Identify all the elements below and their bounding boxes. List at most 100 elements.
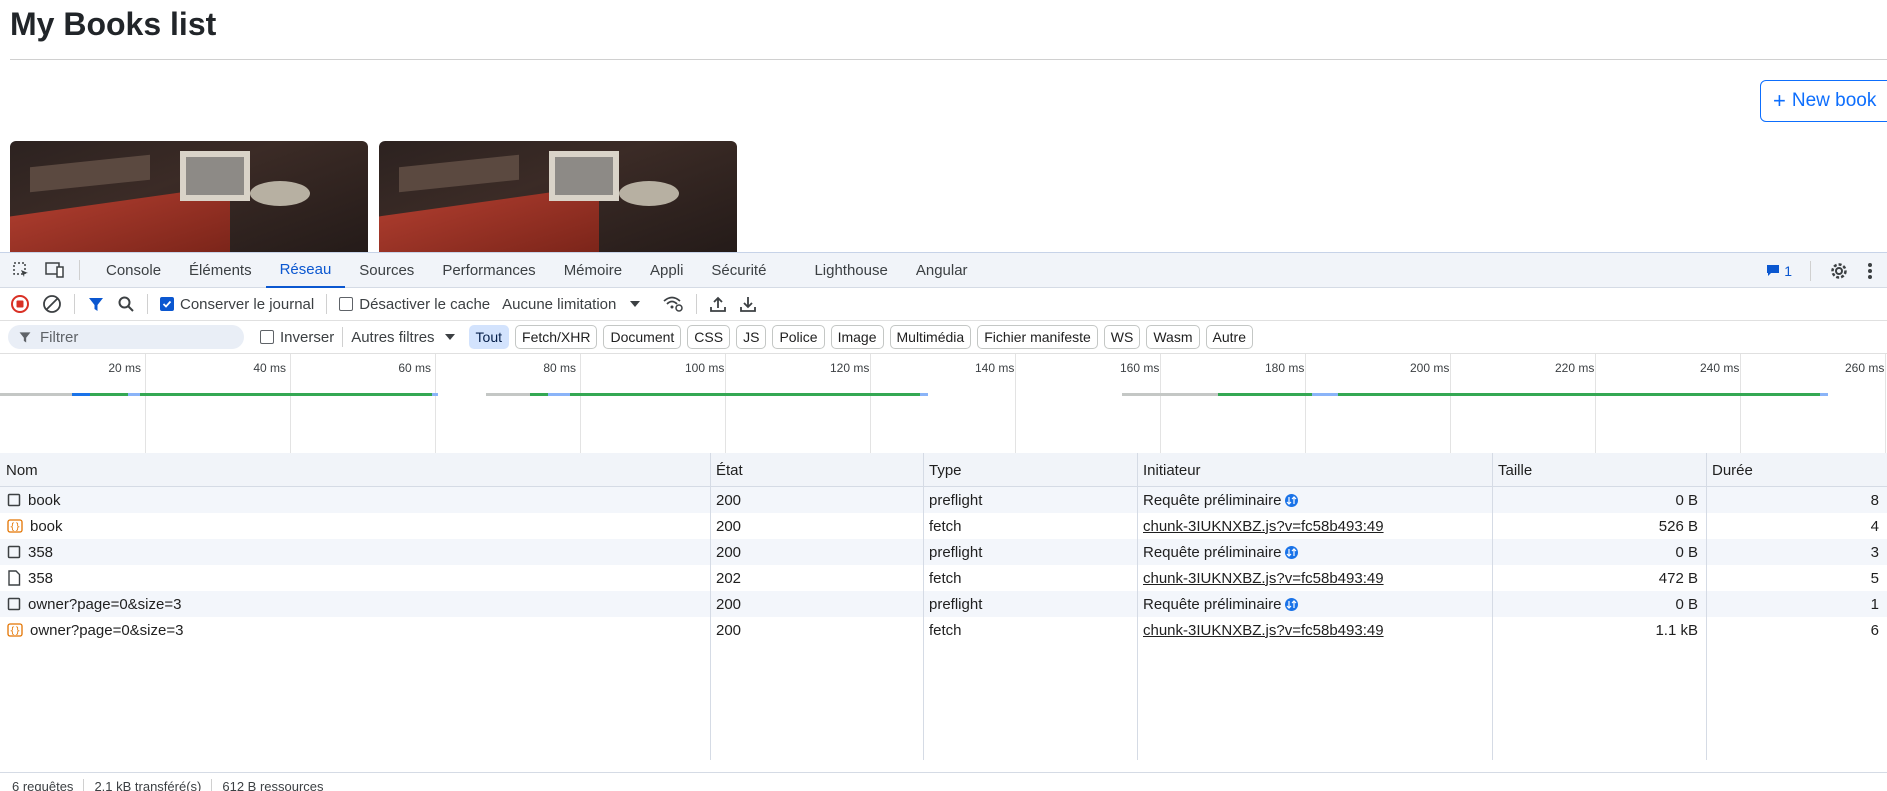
disable-cache-checkbox[interactable] — [339, 297, 354, 311]
cell-type: preflight — [929, 595, 983, 613]
filter-type-1[interactable]: Fetch/XHR — [515, 325, 598, 349]
cell-size: 526 B — [1658, 517, 1698, 535]
cell-initiator: Requête préliminaire — [1143, 543, 1282, 561]
cell-status: 200 — [716, 543, 742, 561]
timeline-tick-label: 200 ms — [1410, 361, 1450, 375]
tab-3[interactable]: Sources — [345, 253, 428, 288]
tab-2[interactable]: Réseau — [265, 253, 346, 288]
invert-checkbox[interactable] — [260, 330, 274, 344]
column-header[interactable]: Type — [923, 453, 1137, 487]
search-icon[interactable] — [117, 295, 135, 313]
table-row[interactable]: 358 200 preflight Requête préliminaire 0 B 3 — [0, 539, 1887, 565]
cell-initiator: Requête préliminaire — [1143, 491, 1282, 509]
tab-8[interactable]: Lighthouse — [800, 253, 901, 288]
request-name[interactable]: 358 — [28, 570, 53, 587]
preflight-link-icon[interactable] — [1284, 597, 1299, 612]
inspect-element-icon[interactable] — [11, 260, 31, 280]
svg-text:{}: {} — [10, 523, 21, 533]
column-header[interactable]: État — [710, 453, 923, 487]
invert-toggle[interactable]: Inverser — [260, 329, 334, 346]
filter-type-2[interactable]: Document — [603, 325, 682, 349]
timeline-request-bar — [1122, 393, 1218, 396]
timeline-request-bar — [548, 393, 570, 396]
table-row[interactable]: {} book 200 fetch chunk-3IUKNXBZ.js?v=fc58b4… — [0, 513, 1887, 539]
timeline-gridline — [725, 354, 726, 453]
cell-initiator[interactable]: chunk-3IUKNXBZ.js?v=fc58b493:49 — [1137, 513, 1492, 539]
filter-type-4[interactable]: JS — [736, 325, 767, 349]
filter-type-6[interactable]: Image — [830, 325, 884, 349]
filter-type-7[interactable]: Multimédia — [889, 325, 972, 349]
download-icon[interactable] — [739, 295, 757, 313]
request-name[interactable]: 358 — [28, 544, 53, 561]
table-row[interactable]: 358 202 fetch chunk-3IUKNXBZ.js?v=fc58b493:… — [0, 565, 1887, 591]
resources-size: 612 B ressources — [222, 779, 324, 791]
preserve-log-checkbox[interactable] — [160, 297, 174, 311]
column-header[interactable]: Initiateur — [1137, 453, 1492, 487]
filter-type-11[interactable]: Autre — [1205, 325, 1253, 349]
file-icon — [7, 570, 21, 586]
timeline-tick-label: 160 ms — [1120, 361, 1160, 375]
preflight-link-icon[interactable] — [1284, 545, 1299, 560]
tab-5[interactable]: Mémoire — [550, 253, 636, 288]
disable-cache-toggle[interactable]: Désactiver le cache — [339, 296, 490, 313]
tab-0[interactable]: Console — [92, 253, 175, 288]
cell-type: fetch — [929, 517, 962, 535]
stop-recording-icon[interactable] — [10, 294, 30, 314]
app-page: My Books list + New book — [0, 0, 1887, 252]
cell-time: 8 — [1870, 491, 1879, 509]
filter-type-3[interactable]: CSS — [687, 325, 731, 349]
timeline-request-bar — [920, 393, 928, 396]
column-header[interactable]: Durée — [1706, 453, 1887, 487]
request-name[interactable]: owner?page=0&size=3 — [30, 622, 183, 639]
filter-input[interactable]: Filtrer — [8, 325, 244, 349]
column-header[interactable]: Nom — [0, 453, 710, 487]
request-count: 6 requêtes — [12, 779, 74, 791]
cell-initiator[interactable]: chunk-3IUKNXBZ.js?v=fc58b493:49 — [1137, 565, 1492, 591]
issues-counter[interactable]: 1 — [1766, 263, 1792, 279]
table-row[interactable]: owner?page=0&size=3 200 preflight Requête p… — [0, 591, 1887, 617]
table-row[interactable]: {} owner?page=0&size=3 200 fetch chunk-3IUKN… — [0, 617, 1887, 643]
request-name[interactable]: owner?page=0&size=3 — [28, 596, 181, 613]
network-overview-timeline[interactable]: 20 ms 40 ms 60 ms 80 ms 100 ms 120 ms 140 ms 16… — [0, 354, 1887, 454]
new-book-button[interactable]: + New book — [1760, 80, 1887, 122]
request-name[interactable]: book — [30, 518, 63, 535]
cell-size: 1.1 kB — [1655, 621, 1698, 639]
cell-initiator[interactable]: chunk-3IUKNXBZ.js?v=fc58b493:49 — [1137, 617, 1492, 643]
filter-type-9[interactable]: WS — [1103, 325, 1141, 349]
timeline-request-bar — [530, 393, 548, 396]
filter-type-10[interactable]: Wasm — [1146, 325, 1200, 349]
more-vertical-icon[interactable] — [1867, 262, 1873, 280]
tab-4[interactable]: Performances — [428, 253, 549, 288]
document-icon — [7, 545, 21, 559]
devtools-tabbar: Console Éléments Réseau Sources Performances… — [0, 253, 1887, 288]
preflight-link-icon[interactable] — [1284, 493, 1299, 508]
timeline-tick-label: 80 ms — [543, 361, 576, 375]
timeline-gridline — [1305, 354, 1306, 453]
filter-type-5[interactable]: Police — [772, 325, 825, 349]
tab-9[interactable]: Angular — [902, 253, 982, 288]
filter-type-0[interactable]: Tout — [468, 325, 510, 349]
column-header[interactable]: Taille — [1492, 453, 1706, 487]
device-toolbar-icon[interactable] — [45, 260, 65, 280]
network-conditions-icon[interactable] — [662, 295, 684, 313]
fetch-icon: {} — [7, 623, 23, 637]
timeline-tick-label: 100 ms — [685, 361, 725, 375]
filter-icon[interactable] — [87, 295, 105, 313]
preserve-log-toggle[interactable]: Conserver le journal — [160, 296, 314, 313]
clear-icon[interactable] — [42, 294, 62, 314]
tab-6[interactable]: Appli — [636, 253, 697, 288]
table-row[interactable]: book 200 preflight Requête préliminaire 0 B 8 — [0, 487, 1887, 513]
cell-size: 0 B — [1675, 491, 1698, 509]
throttling-select[interactable]: Aucune limitation — [502, 296, 641, 313]
book-card-image[interactable] — [10, 141, 368, 252]
tab-1[interactable]: Éléments — [175, 253, 266, 288]
request-name[interactable]: book — [28, 492, 61, 509]
gear-icon[interactable] — [1829, 261, 1849, 281]
filter-type-8[interactable]: Fichier manifeste — [977, 325, 1098, 349]
timeline-gridline — [145, 354, 146, 453]
more-filters-dropdown[interactable]: Autres filtres — [351, 329, 455, 346]
timeline-tick-label: 60 ms — [398, 361, 431, 375]
book-card-image[interactable] — [379, 141, 737, 252]
tab-7[interactable]: Sécurité — [697, 253, 780, 288]
upload-icon[interactable] — [709, 295, 727, 313]
